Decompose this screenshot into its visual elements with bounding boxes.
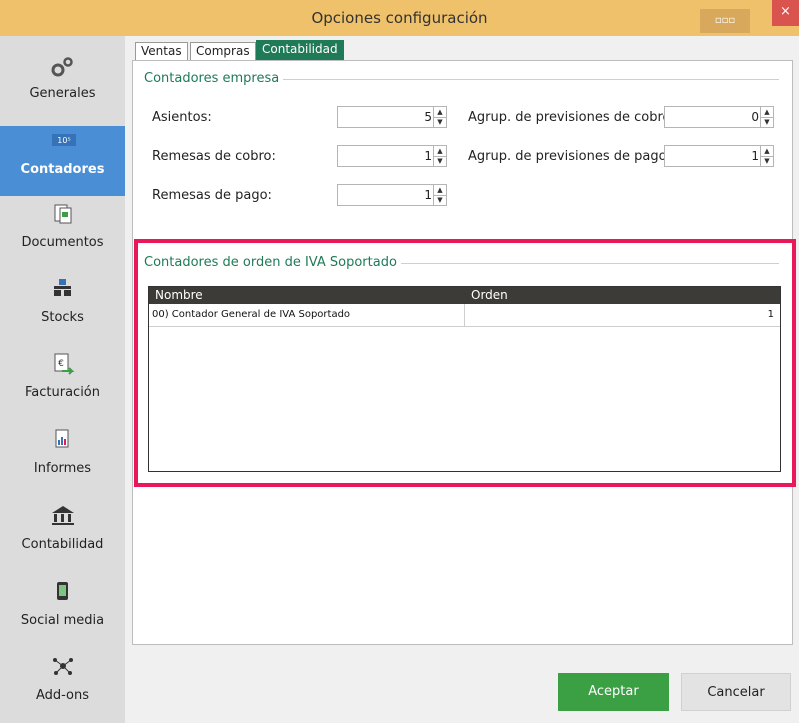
sidebar-item-label: Stocks xyxy=(41,310,84,325)
invoice-icon: € xyxy=(54,353,75,375)
sidebar-item-label: Social media xyxy=(20,613,105,628)
agrup-cobro-label: Agrup. de previsiones de cobro: xyxy=(468,110,675,125)
column-header-orden[interactable]: Orden xyxy=(471,287,508,304)
tab-compras[interactable]: Compras xyxy=(190,42,256,60)
stepper-down-icon[interactable]: ▼ xyxy=(761,156,773,166)
sidebar: Generales 10⁵ Contadores Documentos Stoc… xyxy=(0,36,125,723)
network-icon xyxy=(53,658,73,675)
table-row[interactable]: 00) Contador General de IVA Soportado 1 xyxy=(149,304,780,327)
sidebar-item-social-media[interactable]: Social media xyxy=(0,577,125,647)
sidebar-item-contabilidad[interactable]: Contabilidad xyxy=(0,501,125,571)
stepper-down-icon[interactable]: ▼ xyxy=(434,117,446,127)
cell-nombre: 00) Contador General de IVA Soportado xyxy=(152,309,351,320)
cancel-button[interactable]: Cancelar xyxy=(681,673,791,711)
sidebar-item-label: Documentos xyxy=(21,235,104,250)
bank-icon xyxy=(52,506,74,525)
asientos-label: Asientos: xyxy=(152,110,212,125)
gears-icon xyxy=(51,57,73,77)
iva-soportado-grid[interactable]: Nombre Orden 00) Contador General de IVA… xyxy=(148,286,781,472)
documents-icon xyxy=(54,204,72,224)
stepper-value: 1 xyxy=(424,149,432,163)
window-title: Opciones configuración xyxy=(311,9,488,27)
stepper-down-icon[interactable]: ▼ xyxy=(761,117,773,127)
agrup-pago-stepper[interactable]: 1 ▲ ▼ xyxy=(664,145,774,167)
counter-icon: 10⁵ xyxy=(52,134,76,146)
close-button[interactable]: × xyxy=(772,0,799,26)
remesas-cobro-label: Remesas de cobro: xyxy=(152,149,276,164)
grid-header: Nombre Orden xyxy=(149,287,780,304)
stepper-down-icon[interactable]: ▼ xyxy=(434,195,446,205)
sidebar-item-label: Generales xyxy=(29,86,96,101)
tab-contabilidad[interactable]: Contabilidad xyxy=(256,40,344,60)
title-bar: Opciones configuración ▫▫▫ × xyxy=(0,0,799,36)
stocks-icon xyxy=(54,279,71,296)
cell-divider xyxy=(464,304,465,326)
tab-ventas[interactable]: Ventas xyxy=(135,42,188,60)
sidebar-item-label: Contabilidad xyxy=(21,537,104,552)
remesas-cobro-stepper[interactable]: 1 ▲ ▼ xyxy=(337,145,447,167)
cell-orden: 1 xyxy=(767,309,774,320)
sidebar-item-generales[interactable]: Generales xyxy=(0,50,125,120)
minimize-button[interactable]: ▫▫▫ xyxy=(700,9,750,33)
sidebar-item-stocks[interactable]: Stocks xyxy=(0,274,125,344)
svg-text:€: € xyxy=(58,359,64,369)
sidebar-item-label: Add-ons xyxy=(35,688,90,703)
sidebar-item-informes[interactable]: Informes xyxy=(0,425,125,495)
column-header-nombre[interactable]: Nombre xyxy=(155,287,203,304)
stepper-down-icon[interactable]: ▼ xyxy=(434,156,446,166)
group-title-iva-soportado: Contadores de orden de IVA Soportado xyxy=(144,255,401,270)
remesas-pago-stepper[interactable]: 1 ▲ ▼ xyxy=(337,184,447,206)
sidebar-item-label: Informes xyxy=(33,461,92,476)
sidebar-item-documentos[interactable]: Documentos xyxy=(0,199,125,269)
asientos-stepper[interactable]: 5 ▲ ▼ xyxy=(337,106,447,128)
stepper-value: 1 xyxy=(751,149,759,163)
stepper-value: 0 xyxy=(751,110,759,124)
svg-text:10⁵: 10⁵ xyxy=(57,136,70,145)
sidebar-item-add-ons[interactable]: Add-ons xyxy=(0,652,125,722)
sidebar-item-label: Contadores xyxy=(20,162,105,177)
remesas-pago-label: Remesas de pago: xyxy=(152,188,272,203)
sidebar-item-contadores[interactable]: 10⁵ Contadores xyxy=(0,126,125,196)
group-title-contadores-empresa: Contadores empresa xyxy=(144,71,284,86)
sidebar-item-facturacion[interactable]: € Facturación xyxy=(0,349,125,419)
sidebar-item-label: Facturación xyxy=(25,385,100,400)
stepper-value: 5 xyxy=(424,110,432,124)
report-icon xyxy=(55,429,69,448)
stepper-value: 1 xyxy=(424,188,432,202)
agrup-cobro-stepper[interactable]: 0 ▲ ▼ xyxy=(664,106,774,128)
agrup-pago-label: Agrup. de previsiones de pago: xyxy=(468,149,671,164)
phone-icon xyxy=(57,582,68,600)
accept-button[interactable]: Aceptar xyxy=(558,673,669,711)
